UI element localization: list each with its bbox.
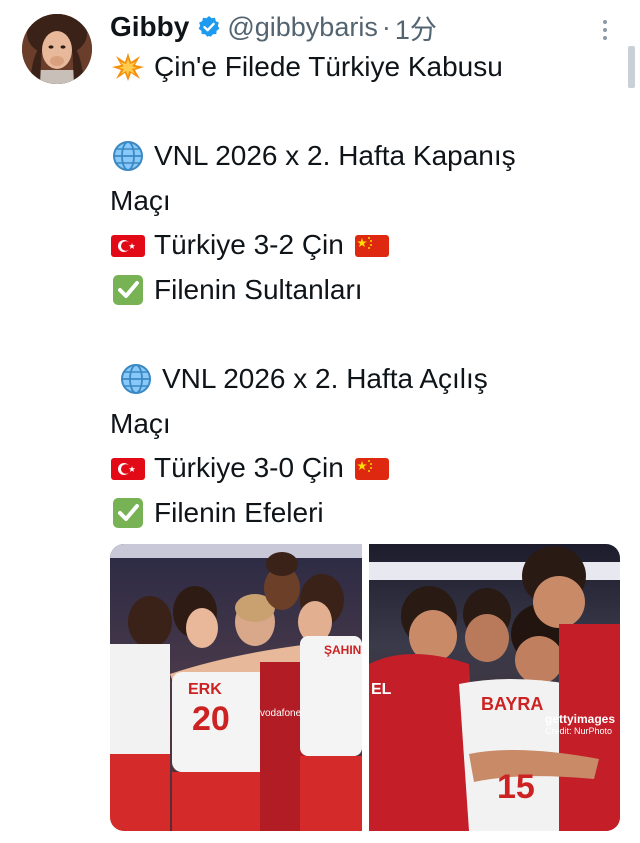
- getty-watermark: gettyimages Credit: NurPhoto: [545, 712, 615, 736]
- user-handle[interactable]: @gibbybaris: [227, 12, 377, 43]
- match1-title-2: Maçı: [110, 185, 171, 216]
- check-mark-emoji-icon: [110, 497, 146, 529]
- match2-header-line: VNL 2026 x 2. Hafta Açılış: [118, 361, 488, 397]
- separator-dot: ·: [381, 11, 391, 42]
- match2-title-continuation: Maçı: [110, 406, 171, 442]
- right-jersey-number: 15: [497, 768, 535, 806]
- watermark-brand: gettyimages: [545, 712, 616, 726]
- match2-score-line: Türkiye 3-0 Çin: [110, 450, 398, 486]
- right-jersey-name: BAYRA: [481, 694, 543, 714]
- timestamp[interactable]: 1分: [395, 8, 437, 47]
- display-name[interactable]: Gibby: [110, 11, 189, 43]
- match1-title: VNL 2026 x 2. Hafta Kapanış: [154, 140, 516, 171]
- left-jersey-name-2: ŞAHIN: [324, 643, 361, 657]
- media-image-men-team[interactable]: EL BAYRA 15: [369, 544, 620, 831]
- avatar[interactable]: [22, 14, 92, 84]
- collision-emoji-icon: [110, 51, 146, 83]
- watermark-credit: Credit: NurPhoto: [545, 726, 613, 736]
- match1-team: Filenin Sultanları: [154, 274, 363, 305]
- match1-score-line: Türkiye 3-2 Çin: [110, 227, 398, 263]
- check-mark-emoji-icon: [110, 274, 146, 306]
- match2-team-line: Filenin Efeleri: [110, 495, 324, 531]
- tweet-title-line: Çin'e Filede Türkiye Kabusu: [110, 49, 503, 85]
- globe-emoji-icon: [118, 363, 154, 395]
- match1-team-line: Filenin Sultanları: [110, 272, 363, 308]
- left-jersey-number: 20: [192, 700, 230, 738]
- turkey-flag-icon: [110, 229, 146, 261]
- match1-score: Türkiye 3-2 Çin: [154, 229, 344, 260]
- china-flag-icon: [354, 229, 390, 261]
- match1-title-continuation: Maçı: [110, 183, 171, 219]
- left-sponsor: vodafone: [260, 708, 302, 719]
- match2-score: Türkiye 3-0 Çin: [154, 452, 344, 483]
- match2-title: VNL 2026 x 2. Hafta Açılış: [162, 363, 488, 394]
- left-jersey-name: ERK: [188, 681, 222, 698]
- china-flag-icon: [354, 452, 390, 484]
- match1-header-line: VNL 2026 x 2. Hafta Kapanış: [110, 138, 516, 174]
- media-image-women-team[interactable]: ERK 20 vodafone ŞAHIN: [110, 544, 362, 831]
- match2-title-2: Maçı: [110, 408, 171, 439]
- avatar-photo: [22, 14, 92, 84]
- tweet-header: Gibby @gibbybaris · 1分: [110, 8, 437, 47]
- verified-badge-icon: [197, 15, 221, 39]
- tweet-title: Çin'e Filede Türkiye Kabusu: [154, 51, 503, 82]
- globe-emoji-icon: [110, 140, 146, 172]
- scrollbar[interactable]: [628, 46, 635, 88]
- more-options-icon[interactable]: [596, 16, 614, 44]
- turkey-flag-icon: [110, 452, 146, 484]
- right-jersey-name-2: EL: [371, 681, 392, 698]
- match2-team: Filenin Efeleri: [154, 497, 324, 528]
